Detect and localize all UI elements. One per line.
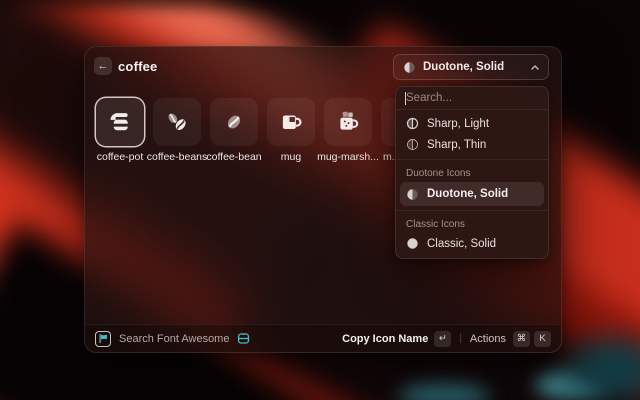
style-dropdown-menu: Sharp, Light Sharp, Thin Duotone Icons — [395, 86, 549, 259]
desktop: ← coffee Duotone, Solid — [0, 0, 640, 400]
option-classic-solid[interactable]: Classic, Solid — [400, 233, 544, 254]
group-header-classic: Classic Icons — [400, 215, 544, 233]
k-keycap: K — [534, 331, 551, 347]
coffee-bean-icon — [221, 109, 247, 135]
coffee-beans-icon — [164, 109, 190, 135]
duotone-solid-circle-icon — [403, 61, 416, 74]
return-keycap: ↵ — [434, 331, 451, 347]
style-search-row[interactable] — [396, 87, 548, 110]
actions-label: Actions — [470, 333, 506, 345]
actions-button[interactable]: Actions ⌘ K — [470, 331, 551, 347]
mug-icon — [278, 109, 304, 135]
option-label: Duotone, Solid — [427, 188, 508, 200]
result-label: coffee-pot — [97, 151, 144, 163]
search-query-text: coffee — [118, 59, 158, 74]
classic-regular-circle-icon — [406, 258, 419, 259]
coffee-pot-icon — [107, 109, 133, 135]
option-sharp-thin[interactable]: Sharp, Thin — [400, 134, 544, 155]
copy-icon-name-label: Copy Icon Name — [342, 333, 428, 345]
icon-results-grid: coffee-pot coffee-beans — [96, 98, 429, 146]
coffee-pot-tile[interactable] — [96, 98, 144, 146]
style-dropdown-button[interactable]: Duotone, Solid — [393, 54, 549, 80]
option-label: Sharp, Thin — [427, 139, 486, 151]
result-mug[interactable]: mug — [267, 98, 315, 146]
classic-solid-circle-icon — [406, 237, 419, 250]
action-bar: Search Font Awesome Copy Icon Name ↵ | A… — [85, 324, 561, 352]
option-label: Sharp, Light — [427, 118, 489, 130]
raycast-window: ← coffee Duotone, Solid — [84, 46, 562, 353]
style-search-input[interactable] — [396, 87, 548, 109]
option-label: Classic, Regular — [427, 259, 511, 260]
style-dropdown-label: Duotone, Solid — [423, 61, 524, 73]
mug-tile[interactable] — [267, 98, 315, 146]
result-coffee-beans[interactable]: coffee-beans — [153, 98, 201, 146]
mug-marshmallows-tile[interactable] — [324, 98, 372, 146]
result-mug-marshmallows[interactable]: mug-marsh... — [324, 98, 372, 146]
option-classic-regular[interactable]: Classic, Regular — [400, 254, 544, 259]
font-awesome-flag-icon — [95, 331, 111, 347]
sharp-thin-circle-icon — [406, 138, 419, 151]
text-cursor — [405, 92, 406, 105]
footer-divider: | — [459, 333, 462, 344]
option-sharp-light[interactable]: Sharp, Light — [400, 113, 544, 134]
back-button[interactable]: ← — [94, 57, 112, 75]
floppy-disk-icon — [237, 332, 250, 345]
copy-icon-name-button[interactable]: Copy Icon Name ↵ — [342, 331, 451, 347]
command-keycap: ⌘ — [513, 331, 530, 347]
back-arrow-icon: ← — [98, 60, 109, 72]
divider — [396, 159, 548, 160]
option-duotone-solid[interactable]: Duotone, Solid — [400, 182, 544, 206]
group-header-duotone: Duotone Icons — [400, 164, 544, 182]
sharp-light-circle-icon — [406, 117, 419, 130]
style-options-list: Sharp, Light Sharp, Thin Duotone Icons — [396, 110, 548, 259]
app-title: Search Font Awesome — [119, 333, 229, 345]
result-coffee-pot[interactable]: coffee-pot — [96, 98, 144, 146]
result-coffee-bean[interactable]: coffee-bean — [210, 98, 258, 146]
chevron-up-icon — [531, 65, 539, 70]
option-label: Classic, Solid — [427, 238, 496, 250]
result-label: mug-marsh... — [317, 151, 379, 163]
coffee-bean-tile[interactable] — [210, 98, 258, 146]
mug-marshmallows-icon — [335, 109, 361, 135]
result-label: coffee-beans — [147, 151, 208, 163]
result-label: mug — [281, 151, 301, 163]
divider — [396, 210, 548, 211]
result-label: coffee-bean — [206, 151, 261, 163]
coffee-beans-tile[interactable] — [153, 98, 201, 146]
duotone-solid-circle-icon — [406, 188, 419, 201]
